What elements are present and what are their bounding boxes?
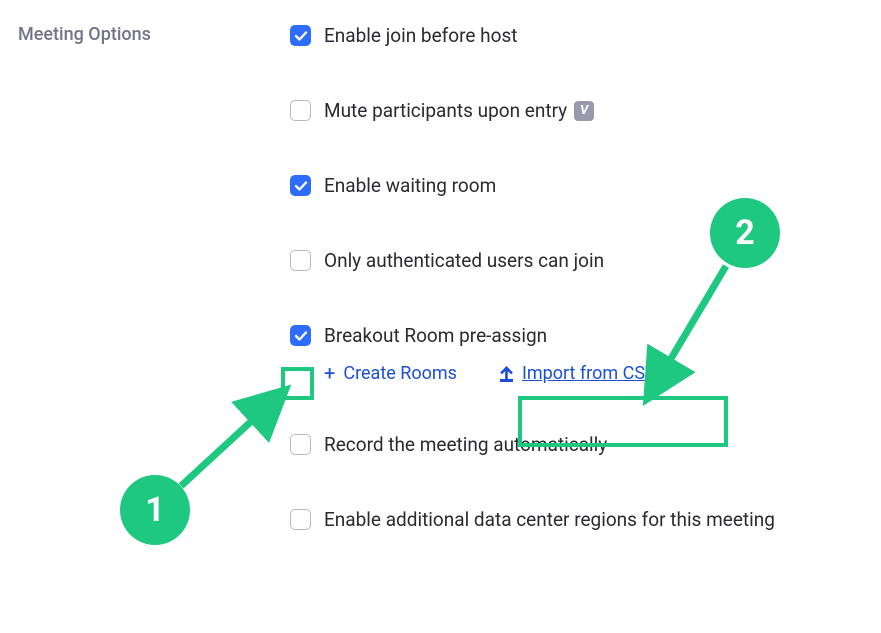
option-only-authenticated: Only authenticated users can join xyxy=(290,249,881,272)
create-rooms-link[interactable]: + Create Rooms xyxy=(324,361,457,385)
import-csv-link[interactable]: Import from CSV xyxy=(499,363,657,384)
breakout-sub-actions: + Create Rooms Import from CSV xyxy=(324,361,881,385)
checkbox-additional-dc-regions[interactable] xyxy=(290,509,311,530)
option-label: Enable additional data center regions fo… xyxy=(324,508,775,531)
option-record-automatically: Record the meeting automatically xyxy=(290,433,881,456)
option-label: Enable join before host xyxy=(324,24,517,47)
checkbox-record-automatically[interactable] xyxy=(290,434,311,455)
option-mute-participants: Mute participants upon entry V xyxy=(290,99,881,122)
option-label: Mute participants upon entry xyxy=(324,99,567,122)
video-badge-icon: V xyxy=(574,101,594,121)
checkbox-mute-participants[interactable] xyxy=(290,100,311,121)
checkbox-enable-join-before-host[interactable] xyxy=(290,25,311,46)
section-label: Meeting Options xyxy=(18,24,290,45)
option-enable-waiting-room: Enable waiting room xyxy=(290,174,881,197)
option-additional-dc-regions: Enable additional data center regions fo… xyxy=(290,508,881,531)
checkbox-breakout-preassign[interactable] xyxy=(290,325,311,346)
upload-icon xyxy=(499,365,514,382)
checkbox-enable-waiting-room[interactable] xyxy=(290,175,311,196)
option-breakout-preassign: Breakout Room pre-assign xyxy=(290,324,881,347)
option-label: Record the meeting automatically xyxy=(324,433,607,456)
option-label: Only authenticated users can join xyxy=(324,249,604,272)
checkbox-only-authenticated[interactable] xyxy=(290,250,311,271)
option-label: Enable waiting room xyxy=(324,174,496,197)
import-csv-label: Import from CSV xyxy=(522,363,657,384)
plus-icon: + xyxy=(324,361,335,385)
option-enable-join-before-host: Enable join before host xyxy=(290,24,881,47)
create-rooms-label: Create Rooms xyxy=(343,363,457,384)
option-label: Breakout Room pre-assign xyxy=(324,324,547,347)
